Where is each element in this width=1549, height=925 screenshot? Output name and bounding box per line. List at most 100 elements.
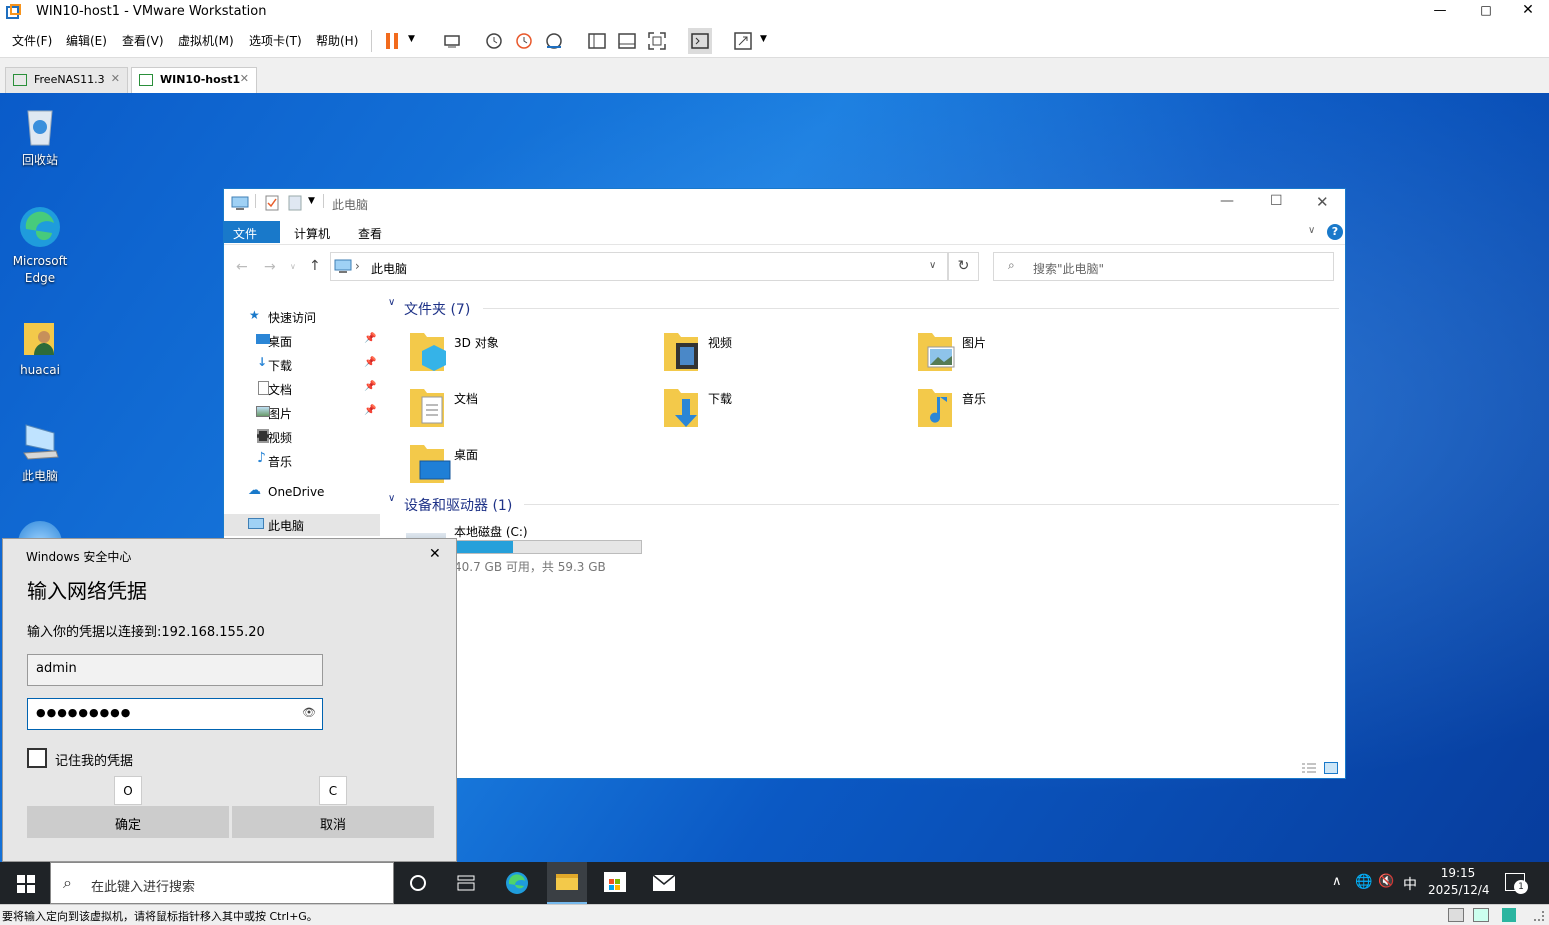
pin-icon[interactable]: 📌	[364, 381, 376, 392]
folder-videos[interactable]: 视频	[662, 329, 902, 373]
hard-disk-status-icon[interactable]	[1448, 908, 1464, 922]
close-icon[interactable]: ✕	[240, 72, 249, 85]
menu-tabs[interactable]: 选项卡(T)	[249, 32, 302, 49]
nav-item-desktop[interactable]: 桌面 📌	[224, 330, 380, 352]
sidebar-toggle-icon[interactable]	[588, 32, 606, 50]
nav-item-downloads[interactable]: ↓ 下载 📌	[224, 354, 380, 376]
drives-header[interactable]: 设备和驱动器 (1)	[404, 495, 512, 515]
chevron-down-icon[interactable]: ▼	[408, 34, 415, 44]
ribbon-tab-computer[interactable]: 计算机	[280, 221, 344, 243]
snapshot-icon[interactable]	[485, 32, 503, 50]
menu-file[interactable]: 文件(F)	[12, 32, 52, 49]
key-o-button[interactable]: O	[114, 776, 142, 805]
fullscreen-icon[interactable]	[648, 32, 666, 50]
pin-icon[interactable]: 📌	[364, 405, 376, 416]
nav-item-documents[interactable]: 文档 📌	[224, 378, 380, 400]
folder-desktop[interactable]: 桌面	[408, 441, 648, 485]
ribbon-tab-view[interactable]: 查看	[344, 221, 396, 243]
close-button[interactable]: ✕	[1508, 0, 1548, 24]
folder-3d-objects[interactable]: 3D 对象	[408, 329, 648, 373]
nav-item-pictures[interactable]: 图片 📌	[224, 402, 380, 424]
desktop-icon-recycle-bin[interactable]: 回收站	[2, 103, 78, 168]
maximize-button[interactable]: ☐	[1270, 193, 1283, 209]
chevron-down-icon[interactable]: ▼	[760, 34, 767, 44]
back-arrow-icon[interactable]: ←	[236, 259, 248, 275]
pin-icon[interactable]: 📌	[364, 333, 376, 344]
address-bar[interactable]: › 此电脑 ∨	[330, 252, 948, 281]
resize-grip-icon[interactable]	[1534, 911, 1544, 921]
desktop-icon-this-pc[interactable]: 此电脑	[2, 419, 78, 484]
minimize-button[interactable]: —	[1420, 0, 1460, 24]
desktop-icon-user-folder[interactable]: huacai	[2, 315, 78, 377]
menu-help[interactable]: 帮助(H)	[316, 32, 358, 49]
folder-pictures[interactable]: 图片	[916, 329, 1156, 373]
details-view-icon[interactable]	[1301, 762, 1317, 774]
message-status-icon[interactable]	[1502, 908, 1516, 922]
desktop-icon-edge[interactable]: Microsoft Edge	[2, 205, 78, 287]
folder-documents[interactable]: 文档	[408, 385, 648, 429]
task-view-icon[interactable]	[457, 875, 475, 891]
key-c-button[interactable]: C	[319, 776, 347, 805]
mail-icon[interactable]	[652, 874, 676, 892]
chevron-down-icon[interactable]: ∨	[929, 260, 936, 271]
nav-item-music[interactable]: ♪ 音乐	[224, 450, 380, 472]
reveal-password-icon[interactable]: 👁	[302, 706, 317, 719]
up-arrow-icon[interactable]: ↑	[309, 258, 321, 274]
folders-header[interactable]: 文件夹 (7)	[404, 299, 470, 319]
nav-quick-access[interactable]: ★ 快速访问	[224, 306, 380, 328]
chevron-down-icon[interactable]: ∨	[388, 493, 395, 504]
ok-button[interactable]: 确定	[27, 806, 229, 838]
ime-indicator[interactable]: 中	[1403, 874, 1417, 894]
pin-icon[interactable]: 📌	[364, 357, 376, 368]
folder-music[interactable]: 音乐	[916, 385, 1156, 429]
nav-item-onedrive[interactable]: ☁ OneDrive	[224, 482, 380, 504]
minimize-button[interactable]: —	[1220, 193, 1234, 209]
windows-start-icon[interactable]	[17, 875, 35, 893]
edge-icon[interactable]	[505, 871, 529, 895]
username-input[interactable]: admin	[27, 654, 323, 686]
chevron-down-icon[interactable]: ▼	[308, 196, 315, 206]
chevron-down-icon[interactable]: ∨	[388, 297, 395, 308]
remember-checkbox[interactable]	[27, 748, 47, 768]
tab-freenas[interactable]: FreeNAS11.3 ✕	[5, 67, 128, 93]
tab-win10-host1[interactable]: WIN10-host1 ✕	[131, 67, 257, 93]
close-button[interactable]: ✕	[429, 546, 441, 562]
help-icon[interactable]: ?	[1327, 224, 1343, 240]
folder-downloads[interactable]: 下载	[662, 385, 902, 429]
cancel-button[interactable]: 取消	[232, 806, 434, 838]
taskbar-search-box[interactable]: ⌕ 在此键入进行搜索	[50, 862, 394, 904]
password-input[interactable]: ●●●●●●●●● 👁	[27, 698, 323, 730]
chevron-down-icon[interactable]: ∨	[1308, 225, 1315, 236]
properties-icon[interactable]	[265, 195, 279, 211]
ribbon-tab-file[interactable]: 文件	[224, 221, 280, 243]
close-icon[interactable]: ✕	[111, 72, 120, 85]
chevron-down-icon[interactable]: ∨	[290, 262, 296, 271]
notification-icon[interactable]: 1	[1505, 873, 1528, 894]
maximize-button[interactable]: □	[1466, 0, 1506, 24]
new-folder-icon[interactable]	[288, 195, 302, 211]
console-view-icon[interactable]	[618, 32, 636, 50]
snapshot-manager-icon[interactable]	[545, 32, 563, 50]
pause-icon[interactable]	[385, 33, 399, 49]
tiles-view-icon[interactable]	[1324, 762, 1338, 774]
search-box[interactable]: ⌕ 搜索"此电脑"	[993, 252, 1334, 281]
network-globe-icon[interactable]: 🌐	[1355, 874, 1372, 890]
store-icon[interactable]	[604, 872, 626, 892]
menu-view[interactable]: 查看(V)	[122, 32, 164, 49]
clock[interactable]: 19:15 2025/12/4	[1428, 866, 1490, 897]
menu-vm[interactable]: 虚拟机(M)	[178, 32, 234, 49]
close-button[interactable]: ✕	[1316, 193, 1329, 211]
send-keys-icon[interactable]	[443, 32, 461, 50]
nav-item-this-pc[interactable]: 此电脑	[224, 514, 380, 536]
forward-arrow-icon[interactable]: →	[264, 259, 276, 275]
cortana-icon[interactable]	[410, 875, 426, 891]
network-status-icon[interactable]	[1473, 908, 1489, 922]
terminal-icon[interactable]	[688, 28, 712, 54]
volume-muted-icon[interactable]: 🔇	[1378, 874, 1394, 889]
refresh-button[interactable]: ↻	[948, 252, 979, 281]
chevron-up-icon[interactable]: ∧	[1332, 874, 1342, 889]
stretch-icon[interactable]	[734, 32, 752, 50]
revert-snapshot-icon[interactable]	[515, 32, 533, 50]
menu-edit[interactable]: 编辑(E)	[66, 32, 107, 49]
nav-item-videos[interactable]: 视频	[224, 426, 380, 448]
